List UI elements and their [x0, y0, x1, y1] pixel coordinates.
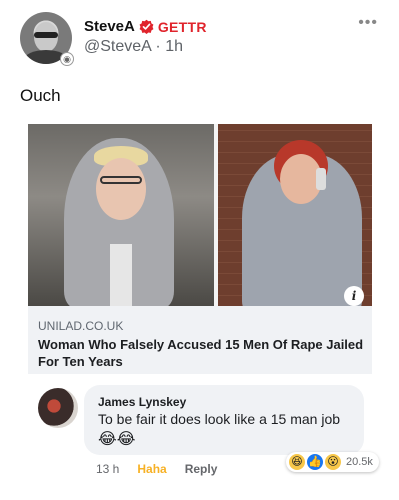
separator-dot: ·: [155, 38, 161, 55]
post-header: ◉ SteveA GETTR @SteveA · 1h •••: [20, 12, 380, 68]
reply-button[interactable]: Reply: [185, 462, 218, 476]
right-person-phone: [316, 168, 326, 190]
comment-emoji: 😂😂: [98, 431, 136, 448]
handle-row: @SteveA · 1h: [84, 38, 183, 56]
comment-actions: 13 h Haha Reply: [96, 462, 217, 476]
photo-divider: [214, 124, 218, 306]
post-text: Ouch: [20, 86, 61, 105]
verified-icon: [139, 19, 154, 34]
comment-text: To be fair it does look like a 15 man jo…: [98, 411, 341, 427]
reaction-summary[interactable]: 😆 👍 😮 20.5k: [286, 452, 379, 472]
link-headline[interactable]: Woman Who Falsely Accused 15 Men Of Rape…: [38, 336, 368, 370]
author-handle[interactable]: @SteveA: [84, 38, 151, 55]
info-icon[interactable]: i: [344, 286, 364, 306]
commenter-name[interactable]: James Lynskey: [98, 395, 186, 409]
left-person-face: [96, 158, 146, 220]
author-name[interactable]: SteveA: [84, 18, 135, 35]
haha-reaction-button[interactable]: Haha: [137, 462, 166, 476]
link-preview-card[interactable]: i UNILAD.CO.UK Woman Who Falsely Accused…: [28, 124, 372, 374]
avatar-badge-icon: ◉: [60, 52, 74, 66]
left-person-shirt: [110, 244, 132, 306]
haha-icon: 😆: [289, 454, 305, 470]
more-options-icon[interactable]: •••: [358, 14, 378, 32]
avatar-glasses: [34, 32, 58, 38]
link-domain: UNILAD.CO.UK: [38, 319, 124, 333]
wow-icon: 😮: [325, 454, 341, 470]
platform-name: GETTR: [157, 18, 207, 35]
article-photo[interactable]: i: [28, 124, 372, 306]
comment-bubble: James Lynskey To be fair it does look li…: [84, 385, 364, 455]
commenter-avatar[interactable]: [38, 388, 78, 428]
comment-time[interactable]: 13 h: [96, 462, 119, 476]
reaction-count: 20.5k: [346, 456, 373, 468]
post-time[interactable]: 1h: [165, 38, 183, 55]
like-icon: 👍: [307, 454, 323, 470]
author-name-row: SteveA GETTR: [84, 18, 207, 35]
left-person-glasses: [100, 176, 142, 184]
